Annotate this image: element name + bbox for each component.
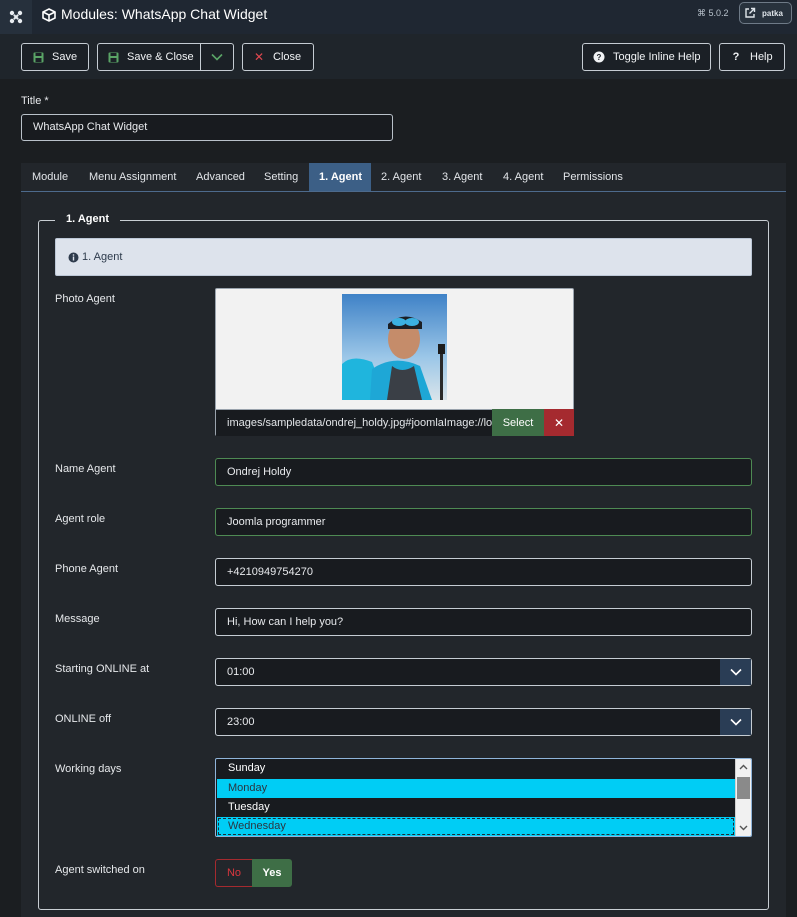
close-icon: ✕ [253,50,265,64]
tab-agent-1[interactable]: 1. Agent [309,163,371,191]
agent-role-value: Joomla programmer [227,516,326,528]
agent-role-input[interactable]: Joomla programmer [215,508,752,536]
name-agent-input[interactable]: Ondrej Holdy [215,458,752,486]
day-option-sunday[interactable]: Sunday [217,759,735,778]
save-options-dropdown[interactable] [200,43,234,71]
photo-media-field: images/sampledata/ondrej_holdy.jpg#jooml… [215,288,574,436]
scroll-down-icon[interactable] [736,821,751,835]
info-icon [68,252,79,262]
question-icon: ? [732,51,740,63]
phone-agent-input[interactable]: +4210949754270 [215,558,752,586]
agent-role-label: Agent role [55,513,106,525]
fieldset-legend: 1. Agent [55,213,120,225]
phone-agent-label: Phone Agent [55,563,119,575]
help-button[interactable]: ? Help [719,43,785,71]
chevron-down-icon [720,659,751,685]
title-input[interactable]: WhatsApp Chat Widget [21,114,393,141]
app-header: Modules: WhatsApp Chat Widget ⌘ 5.0.2 pa… [0,0,797,34]
tab-permissions[interactable]: Permissions [553,163,633,191]
scroll-up-icon[interactable] [736,760,751,774]
external-link-icon [745,7,756,18]
title-value: WhatsApp Chat Widget [33,121,148,133]
save-close-label: Save & Close [127,51,194,63]
message-input[interactable]: Hi, How can I help you? [215,608,752,636]
save-label: Save [52,51,78,63]
joomla-logo-icon[interactable] [0,0,32,34]
photo-agent-label: Photo Agent [55,293,115,305]
starting-online-value: 01:00 [227,666,255,678]
message-label: Message [55,613,100,625]
info-alert: 1. Agent [55,238,752,276]
close-button[interactable]: ✕ Close [242,43,314,71]
tab-menu-assignment[interactable]: Menu Assignment [79,163,186,191]
question-circle-icon: ? [593,51,605,63]
scrollbar-thumb[interactable] [737,777,750,799]
user-name: patka [762,8,783,18]
switch-no-option[interactable]: No [215,859,252,887]
version-badge: ⌘ 5.0.2 [697,8,729,18]
agent-photo-preview [342,294,447,400]
clear-photo-button[interactable]: ✕ [544,409,574,436]
online-off-label: ONLINE off [55,713,112,725]
day-option-tuesday[interactable]: Tuesday [217,798,735,817]
working-days-multiselect[interactable]: Sunday Monday Tuesday Wednesday [215,758,752,837]
version-text: 5.0.2 [708,8,729,18]
toolbar: Save Save & Close ✕ Close ? Toggle Inlin… [0,34,797,79]
phone-agent-value: +4210949754270 [227,566,313,578]
tab-bar: Module Menu Assignment Advanced Setting … [21,163,786,192]
toggle-inline-help-button[interactable]: ? Toggle Inline Help [582,43,711,71]
tab-module[interactable]: Module [22,163,78,191]
close-label: Close [273,51,302,63]
title-label: Title * [21,95,49,107]
message-value: Hi, How can I help you? [227,616,344,628]
working-days-label: Working days [55,763,122,775]
days-scrollbar[interactable] [735,759,751,836]
select-photo-button[interactable]: Select [492,409,544,436]
name-agent-label: Name Agent [55,463,116,475]
starting-online-select[interactable]: 01:00 [215,658,752,686]
page-title: Modules: WhatsApp Chat Widget [61,6,268,22]
tab-setting[interactable]: Setting [254,163,308,191]
svg-text:?: ? [597,53,602,62]
save-close-button[interactable]: Save & Close [97,43,201,71]
chevron-down-icon [720,709,751,735]
day-option-monday[interactable]: Monday [217,779,735,798]
switch-yes-option[interactable]: Yes [252,859,292,887]
floppy-disk-icon [32,51,44,63]
tab-advanced[interactable]: Advanced [186,163,255,191]
online-off-value: 23:00 [227,716,255,728]
online-off-select[interactable]: 23:00 [215,708,752,736]
tab-agent-2[interactable]: 2. Agent [371,163,431,191]
photo-path-input[interactable]: images/sampledata/ondrej_holdy.jpg#jooml… [216,409,492,436]
user-menu-button[interactable]: patka [739,2,792,24]
floppy-disk-icon [108,51,119,63]
agent-switched-on-toggle: No Yes [215,859,292,887]
starting-online-label: Starting ONLINE at [55,663,150,675]
name-agent-value: Ondrej Holdy [227,466,292,478]
day-option-wednesday[interactable]: Wednesday [217,817,735,836]
photo-path-value: images/sampledata/ondrej_holdy.jpg#jooml… [227,417,492,429]
toggle-help-label: Toggle Inline Help [613,51,701,63]
info-text: 1. Agent [82,251,123,263]
help-label: Help [750,51,773,63]
agent-switched-on-label: Agent switched on [55,864,145,876]
tab-agent-4[interactable]: 4. Agent [493,163,553,191]
cube-icon [42,8,56,22]
tab-agent-3[interactable]: 3. Agent [432,163,492,191]
save-button[interactable]: Save [21,43,89,71]
chevron-down-icon [211,53,223,61]
